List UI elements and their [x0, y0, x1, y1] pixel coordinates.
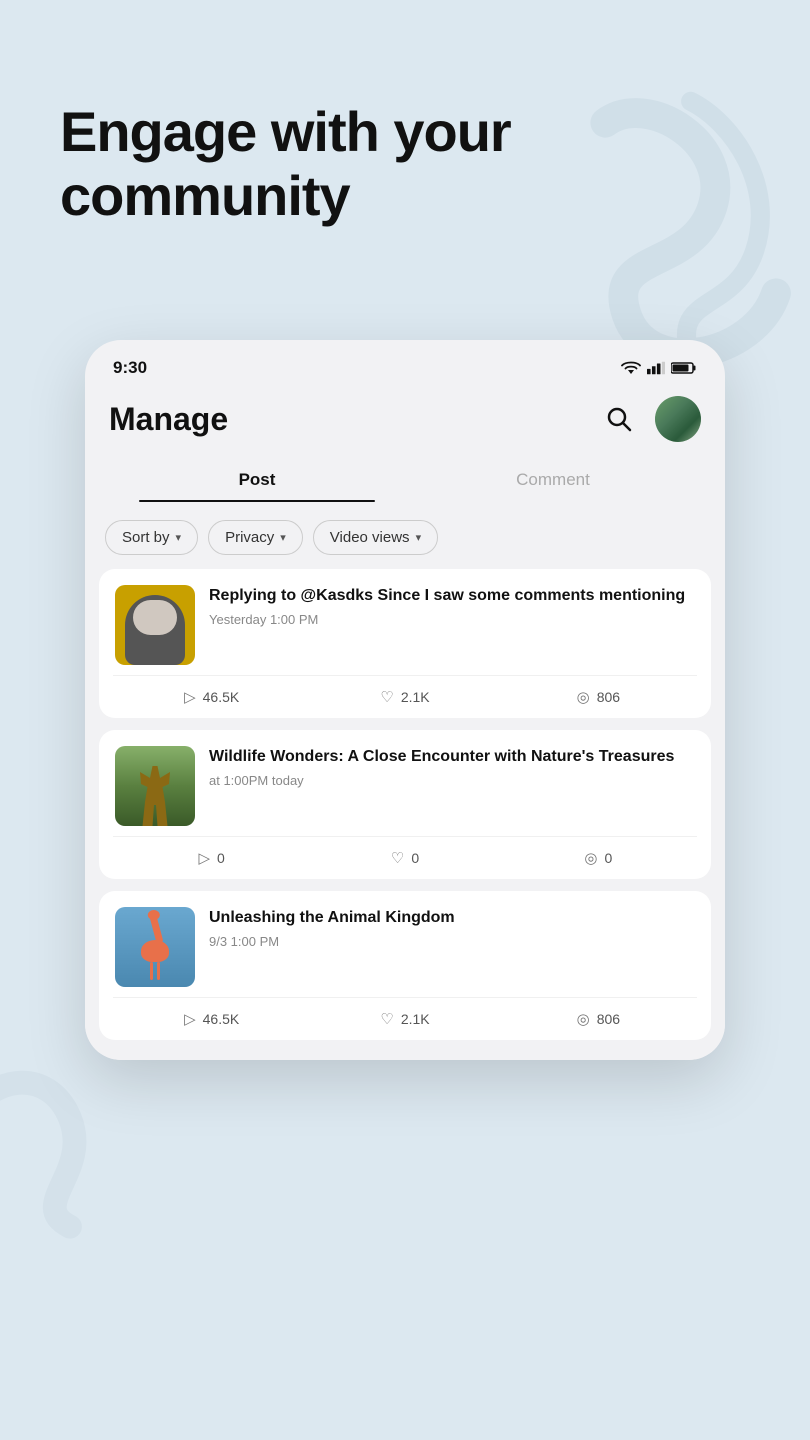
- status-icons: [621, 361, 697, 375]
- post-title: Replying to @Kasdks Since I saw some com…: [209, 585, 695, 607]
- stat-views: ▷ 0: [115, 849, 308, 867]
- headline-line1: Engage with your: [60, 100, 511, 163]
- views-count: 0: [217, 850, 225, 866]
- status-bar: 9:30: [85, 340, 725, 386]
- tab-comment[interactable]: Comment: [405, 458, 701, 502]
- post-time: at 1:00PM today: [209, 773, 695, 788]
- likes-count: 0: [411, 850, 419, 866]
- post-info: Wildlife Wonders: A Close Encounter with…: [209, 746, 695, 788]
- post-card[interactable]: Unleashing the Animal Kingdom 9/3 1:00 P…: [99, 891, 711, 1040]
- phone-card: 9:30 Manage: [85, 340, 725, 1060]
- status-time: 9:30: [113, 358, 147, 378]
- stat-likes: ♡ 0: [308, 849, 501, 867]
- post-card[interactable]: Wildlife Wonders: A Close Encounter with…: [99, 730, 711, 879]
- comment-icon: ◎: [577, 1010, 590, 1028]
- chevron-down-icon: ▾: [280, 531, 286, 544]
- stat-comments: ◎ 806: [502, 688, 695, 706]
- flamingo-legs: [150, 962, 160, 980]
- app-header: Manage: [85, 386, 725, 458]
- play-icon: ▷: [184, 1010, 196, 1028]
- flamingo-head: [148, 910, 160, 920]
- stat-comments: ◎ 0: [502, 849, 695, 867]
- views-count: 46.5K: [203, 1011, 240, 1027]
- heart-icon: ♡: [380, 688, 393, 706]
- comments-count: 0: [604, 850, 612, 866]
- deer-image: [130, 766, 180, 826]
- comments-count: 806: [597, 1011, 620, 1027]
- stat-likes: ♡ 2.1K: [308, 1010, 501, 1028]
- stat-comments: ◎ 806: [502, 1010, 695, 1028]
- comment-icon: ◎: [577, 688, 590, 706]
- post-stats: ▷ 46.5K ♡ 2.1K ◎ 806: [99, 676, 711, 718]
- post-header: Replying to @Kasdks Since I saw some com…: [99, 569, 711, 675]
- play-icon: ▷: [184, 688, 196, 706]
- tab-post[interactable]: Post: [109, 458, 405, 502]
- header-icons: [597, 396, 701, 442]
- heart-icon: ♡: [380, 1010, 393, 1028]
- stat-likes: ♡ 2.1K: [308, 688, 501, 706]
- heart-icon: ♡: [391, 849, 404, 867]
- comment-icon: ◎: [584, 849, 597, 867]
- flamingo-image: [128, 915, 183, 980]
- filter-sort-by[interactable]: Sort by ▾: [105, 520, 198, 555]
- avatar: [655, 396, 701, 442]
- headline-line2: community: [60, 164, 350, 227]
- filter-privacy[interactable]: Privacy ▾: [208, 520, 303, 555]
- post-card[interactable]: Replying to @Kasdks Since I saw some com…: [99, 569, 711, 718]
- stat-views: ▷ 46.5K: [115, 688, 308, 706]
- page-title: Manage: [109, 401, 228, 438]
- battery-icon: [671, 361, 697, 375]
- search-button[interactable]: [597, 397, 641, 441]
- likes-count: 2.1K: [401, 1011, 430, 1027]
- tabs-bar: Post Comment: [85, 458, 725, 502]
- post-thumbnail: [115, 585, 195, 665]
- flamingo-leg: [150, 962, 153, 980]
- chevron-down-icon: ▾: [176, 531, 182, 544]
- wifi-icon: [621, 361, 641, 375]
- post-title: Wildlife Wonders: A Close Encounter with…: [209, 746, 695, 768]
- filters-bar: Sort by ▾ Privacy ▾ Video views ▾: [85, 502, 725, 569]
- post-info: Unleashing the Animal Kingdom 9/3 1:00 P…: [209, 907, 695, 949]
- flamingo-body: [141, 940, 169, 962]
- post-header: Wildlife Wonders: A Close Encounter with…: [99, 730, 711, 836]
- post-thumbnail: [115, 907, 195, 987]
- post-info: Replying to @Kasdks Since I saw some com…: [209, 585, 695, 627]
- views-count: 46.5K: [203, 689, 240, 705]
- post-image-figure: [125, 595, 185, 665]
- comments-count: 806: [597, 689, 620, 705]
- play-icon: ▷: [198, 849, 210, 867]
- post-time: Yesterday 1:00 PM: [209, 612, 695, 627]
- likes-count: 2.1K: [401, 689, 430, 705]
- post-stats: ▷ 46.5K ♡ 2.1K ◎ 806: [99, 998, 711, 1040]
- post-header: Unleashing the Animal Kingdom 9/3 1:00 P…: [99, 891, 711, 997]
- avatar-button[interactable]: [655, 396, 701, 442]
- chevron-down-icon: ▾: [416, 531, 422, 544]
- post-time: 9/3 1:00 PM: [209, 934, 695, 949]
- stat-views: ▷ 46.5K: [115, 1010, 308, 1028]
- posts-list: Replying to @Kasdks Since I saw some com…: [85, 569, 725, 1060]
- filter-video-views[interactable]: Video views ▾: [313, 520, 438, 555]
- post-thumbnail: [115, 746, 195, 826]
- flamingo-leg: [157, 962, 160, 980]
- signal-icon: [647, 361, 665, 375]
- search-icon: [605, 405, 633, 433]
- post-title: Unleashing the Animal Kingdom: [209, 907, 695, 929]
- post-stats: ▷ 0 ♡ 0 ◎ 0: [99, 837, 711, 879]
- headline: Engage with your community: [60, 100, 511, 229]
